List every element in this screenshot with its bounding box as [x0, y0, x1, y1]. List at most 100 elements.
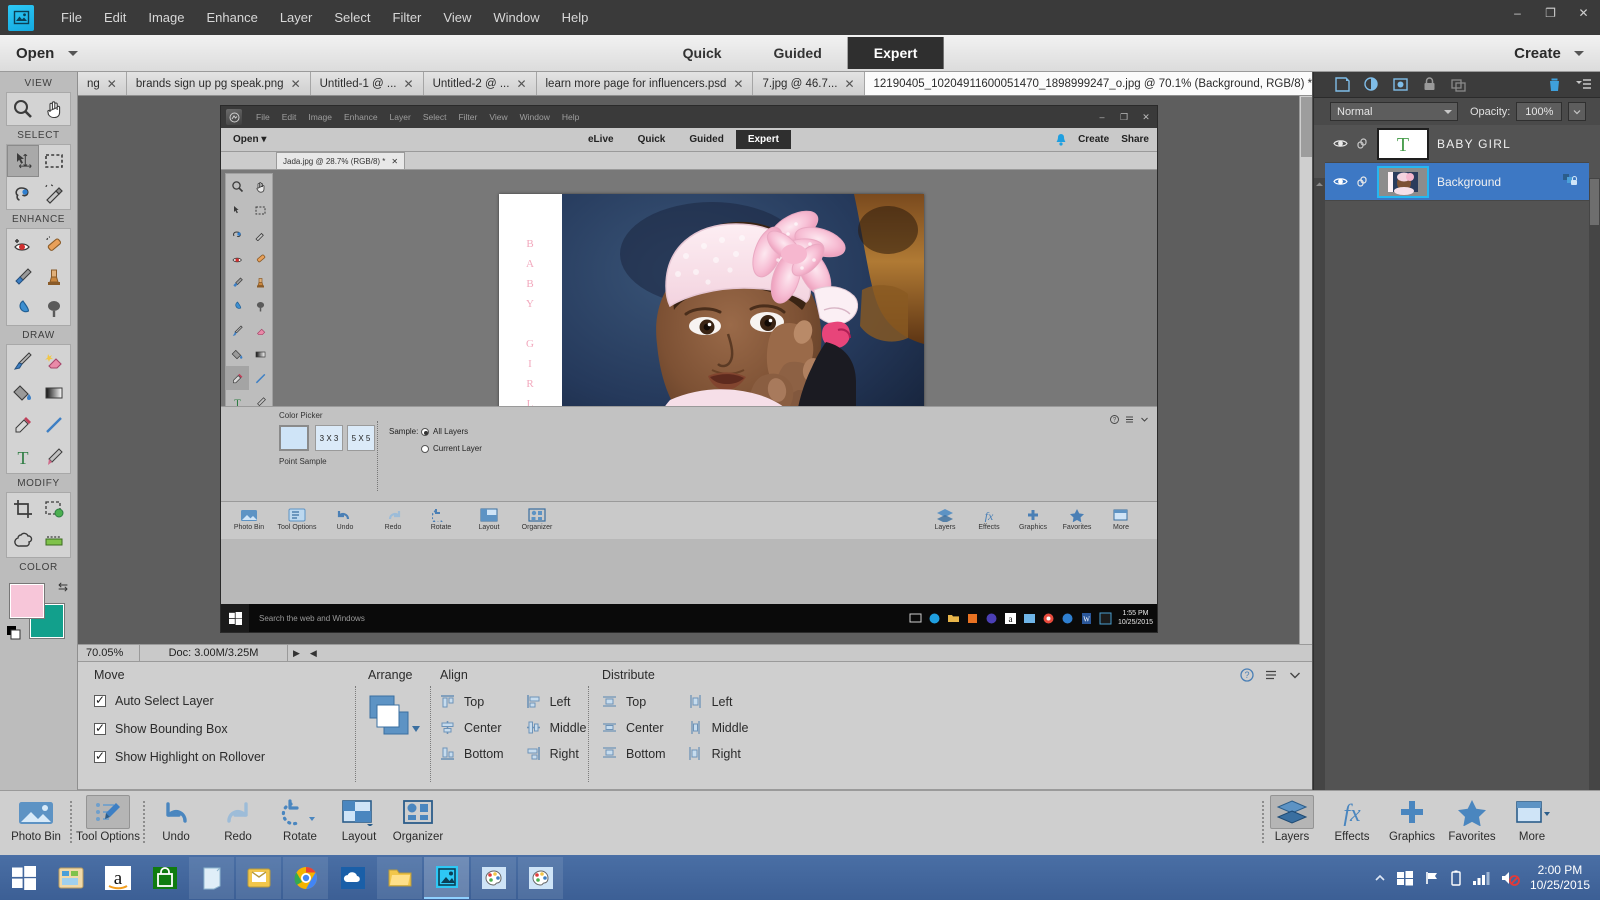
scrollbar-thumb[interactable]	[1301, 97, 1312, 157]
taskbar-amazon[interactable]: a	[95, 857, 140, 899]
move-tool[interactable]	[7, 145, 39, 177]
clone-stamp-tool[interactable]	[39, 261, 71, 293]
rectangular-marquee-tool[interactable]	[39, 145, 71, 177]
hand-tool[interactable]	[39, 93, 71, 125]
layer-thumbnail-image[interactable]	[1377, 165, 1429, 198]
align-top-button[interactable]: Top	[440, 694, 504, 709]
document-tab-active[interactable]: 12190405_10204911600051470_1898999247_o.…	[864, 72, 1312, 95]
menu-view[interactable]: View	[432, 4, 482, 31]
align-bottom-button[interactable]: Bottom	[440, 746, 504, 761]
taskbar-onedrive[interactable]	[330, 857, 375, 899]
volume-muted-icon[interactable]	[1500, 870, 1520, 886]
lasso-tool[interactable]	[7, 177, 39, 209]
recompose-tool[interactable]	[39, 493, 71, 525]
arrange-control[interactable]	[368, 694, 422, 745]
document-tab[interactable]: 7.jpg @ 46.7... ✕	[753, 72, 865, 95]
open-button[interactable]: Open	[16, 45, 78, 62]
brush-tool[interactable]	[7, 345, 39, 377]
swap-colors-icon[interactable]: ⇆	[58, 580, 68, 594]
organizer-button[interactable]: Organizer	[382, 795, 454, 843]
taskbar-file-explorer[interactable]	[48, 857, 93, 899]
network-bars-icon[interactable]	[1472, 870, 1490, 886]
panel-menu-icon[interactable]	[1264, 668, 1278, 682]
menu-help[interactable]: Help	[551, 4, 600, 31]
content-aware-move-tool[interactable]	[7, 525, 39, 557]
align-left-button[interactable]: Left	[526, 694, 587, 709]
taskbar-paint-2[interactable]	[518, 856, 563, 899]
distribute-center-button[interactable]: Center	[602, 720, 666, 735]
document-tab[interactable]: Untitled-2 @ ... ✕	[423, 72, 537, 95]
gradient-tool[interactable]	[39, 377, 71, 409]
color-picker-tool[interactable]	[7, 409, 39, 441]
tab-quick[interactable]: Quick	[657, 37, 748, 69]
help-icon[interactable]: ?	[1240, 668, 1254, 682]
document-tab[interactable]: Untitled-1 @ ... ✕	[310, 72, 424, 95]
document-tab[interactable]: learn more page for influencers.psd ✕	[536, 72, 754, 95]
group-layer-icon[interactable]	[1450, 76, 1467, 93]
opacity-value[interactable]: 100%	[1516, 102, 1563, 121]
windows-start-icon[interactable]	[0, 855, 48, 900]
distribute-bottom-button[interactable]: Bottom	[602, 746, 666, 761]
create-button[interactable]: Create	[1514, 45, 1584, 62]
distribute-top-button[interactable]: Top	[602, 694, 666, 709]
tab-expert[interactable]: Expert	[847, 37, 944, 69]
layer-lock-icon[interactable]	[1562, 172, 1579, 192]
layer-link-icon[interactable]	[1356, 175, 1369, 188]
flag-icon[interactable]	[1424, 870, 1440, 886]
taskbar-windows-store[interactable]	[142, 857, 187, 899]
taskbar-mail[interactable]	[236, 856, 281, 899]
layer-name[interactable]: Background	[1437, 175, 1501, 189]
blur-tool[interactable]	[7, 293, 39, 325]
chevron-down-icon[interactable]	[1288, 668, 1302, 682]
custom-shape-tool[interactable]	[39, 441, 71, 473]
layer-name[interactable]: BABY GIRL	[1437, 137, 1511, 151]
layer-row-baby-girl[interactable]: T BABY GIRL	[1325, 125, 1589, 163]
taskbar-clock[interactable]: 2:00 PM 10/25/2015	[1530, 863, 1590, 893]
close-icon[interactable]: ✕	[404, 77, 414, 91]
menu-edit[interactable]: Edit	[93, 4, 137, 31]
blend-mode-select[interactable]: Normal	[1330, 102, 1458, 121]
layer-mask-icon[interactable]	[1392, 76, 1409, 93]
adjustment-layer-icon[interactable]	[1363, 76, 1380, 93]
scrollbar-thumb[interactable]	[1590, 179, 1599, 225]
zoom-tool[interactable]	[7, 93, 39, 125]
taskbar-file-folder[interactable]	[377, 856, 422, 899]
paint-bucket-tool[interactable]	[7, 377, 39, 409]
taskbar-paint-1[interactable]	[471, 856, 516, 899]
tab-guided[interactable]: Guided	[748, 37, 848, 69]
menu-select[interactable]: Select	[323, 4, 381, 31]
align-right-button[interactable]: Right	[526, 746, 587, 761]
taskbar-sticky-notes[interactable]	[189, 856, 234, 899]
minimize-button[interactable]: –	[1501, 0, 1534, 26]
show-highlight-on-rollover-option[interactable]: Show Highlight on Rollover	[94, 749, 265, 764]
distribute-left-button[interactable]: Left	[688, 694, 749, 709]
zoom-level[interactable]: 70.05%	[78, 644, 140, 662]
menu-layer[interactable]: Layer	[269, 4, 324, 31]
delete-layer-icon[interactable]	[1546, 76, 1563, 93]
menu-filter[interactable]: Filter	[382, 4, 433, 31]
layer-link-icon[interactable]	[1356, 137, 1369, 150]
scroll-up-icon[interactable]	[1315, 180, 1324, 189]
lock-icon[interactable]	[1421, 76, 1438, 93]
status-collapse-icon[interactable]: ◀	[305, 648, 322, 659]
close-icon[interactable]: ✕	[107, 77, 117, 91]
show-bounding-box-option[interactable]: Show Bounding Box	[94, 721, 265, 736]
eraser-tool[interactable]	[39, 345, 71, 377]
quick-selection-tool[interactable]	[39, 177, 71, 209]
align-center-button[interactable]: Center	[440, 720, 504, 735]
layer-thumbnail-text[interactable]: T	[1377, 127, 1429, 160]
close-icon[interactable]: ✕	[733, 77, 743, 91]
more-button[interactable]: More	[1496, 795, 1568, 843]
status-expand-icon[interactable]: ▶	[288, 648, 305, 659]
document-tab[interactable]: ng ✕	[78, 72, 127, 95]
pencil-tool[interactable]	[39, 409, 71, 441]
default-colors-icon[interactable]	[7, 626, 22, 641]
battery-icon[interactable]	[1450, 870, 1462, 886]
close-button[interactable]: ✕	[1567, 0, 1600, 26]
layer-list-scrollbar[interactable]	[1589, 178, 1600, 790]
close-icon[interactable]: ✕	[291, 77, 301, 91]
auto-select-layer-option[interactable]: Auto Select Layer	[94, 693, 265, 708]
chevron-up-icon[interactable]	[1374, 872, 1386, 884]
crop-tool[interactable]	[7, 493, 39, 525]
menu-file[interactable]: File	[50, 4, 93, 31]
